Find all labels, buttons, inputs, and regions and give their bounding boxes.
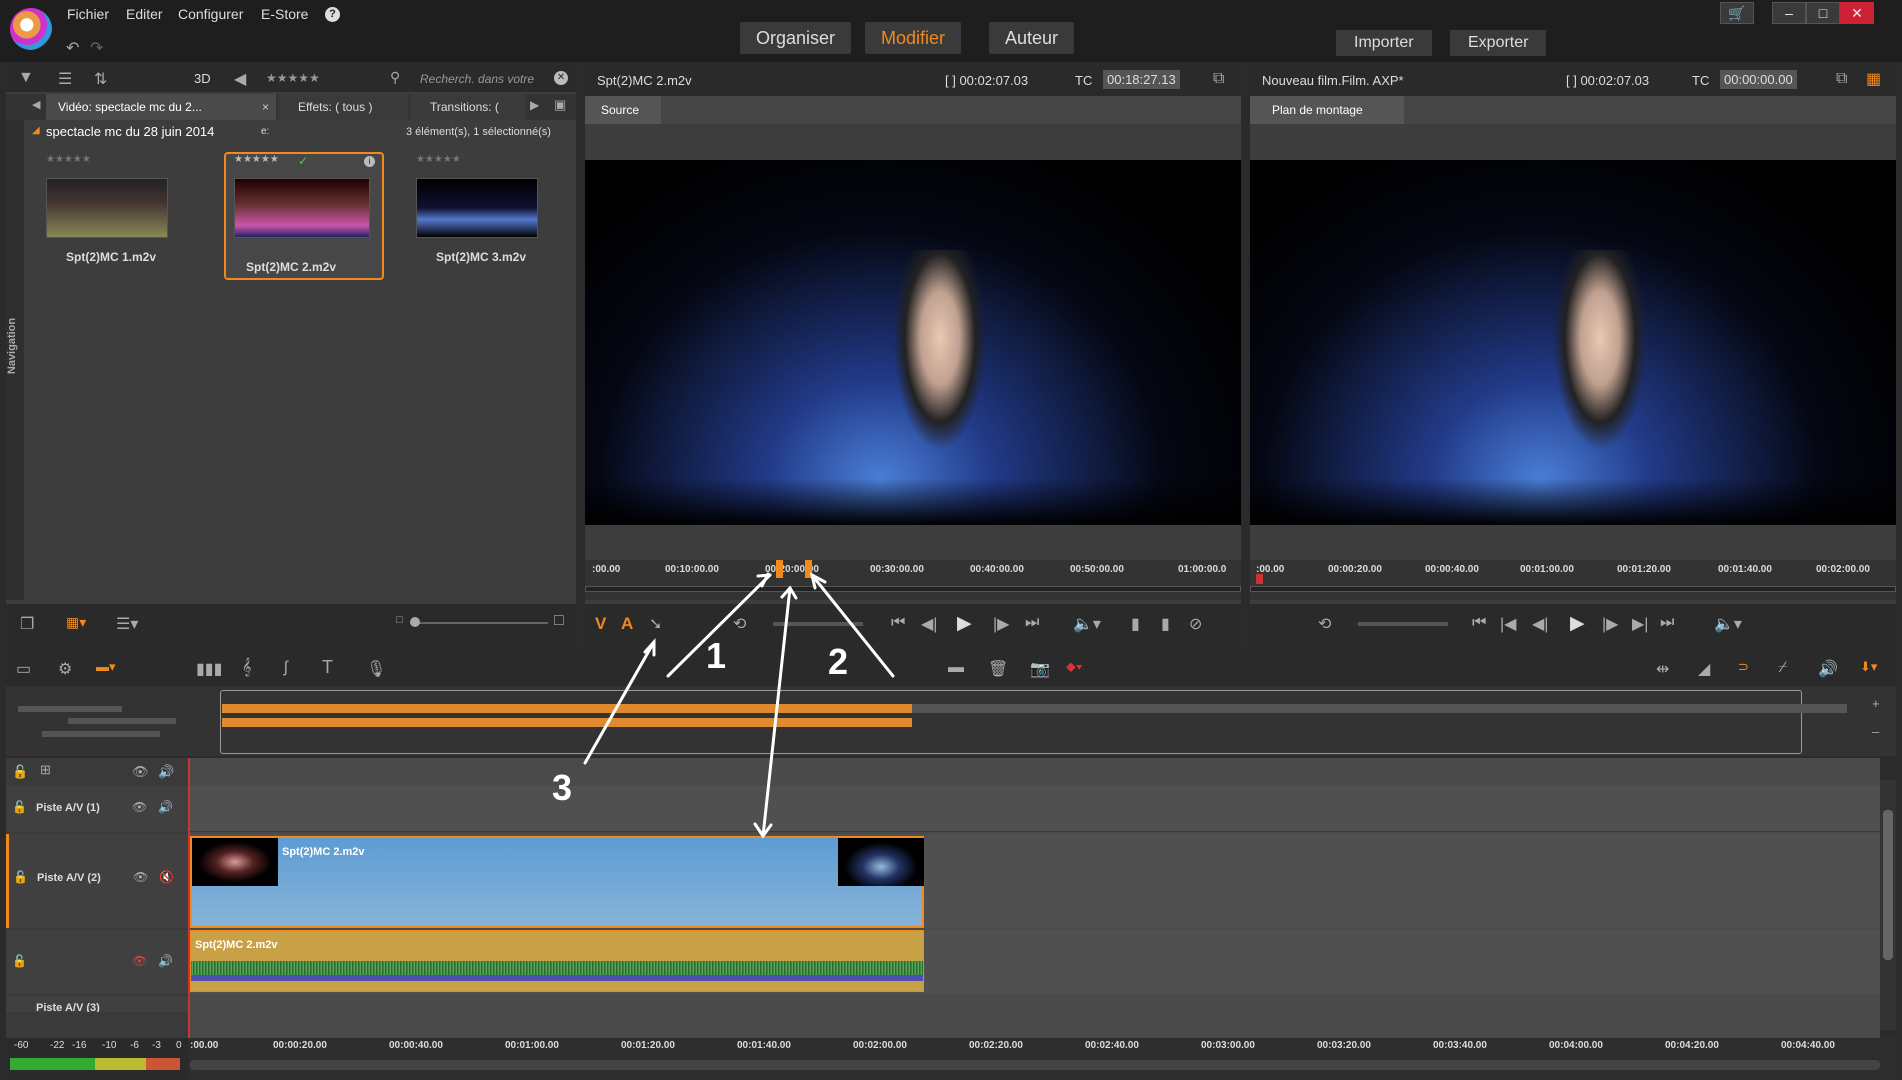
- arrow-2: [810, 573, 895, 678]
- annotation-label-2: 2: [828, 641, 848, 682]
- arrow-3: [583, 640, 656, 765]
- annotation-label-3: 3: [552, 767, 572, 808]
- annotation-overlay: 1 2 3: [552, 572, 895, 839]
- annotation-label-1: 1: [706, 635, 726, 676]
- arrow-4: [761, 586, 792, 838]
